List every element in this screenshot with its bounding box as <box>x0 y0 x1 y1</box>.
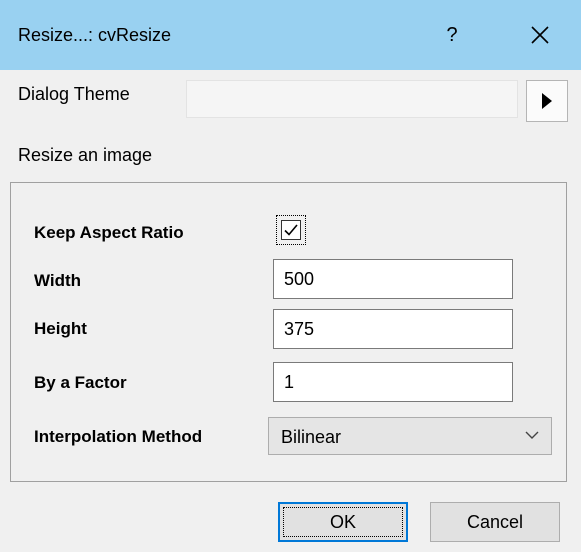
dialog-theme-label: Dialog Theme <box>18 84 130 104</box>
factor-input[interactable] <box>273 362 513 402</box>
width-input[interactable] <box>273 259 513 299</box>
triangle-right-icon <box>542 93 552 109</box>
ok-button[interactable]: OK <box>278 502 408 542</box>
dialog-theme-field[interactable] <box>186 80 518 118</box>
close-button[interactable] <box>516 12 564 58</box>
check-icon <box>284 224 298 236</box>
chevron-down-icon <box>525 431 539 439</box>
close-icon <box>531 26 549 44</box>
factor-label: By a Factor <box>34 373 127 392</box>
window-title: Resize...: cvResize <box>18 25 172 45</box>
interpolation-method-label: Interpolation Method <box>34 427 203 446</box>
cancel-button[interactable]: Cancel <box>430 502 560 542</box>
height-input[interactable] <box>273 309 513 349</box>
title-bar[interactable]: Resize...: cvResize ? <box>0 0 581 70</box>
checkbox-box <box>281 220 301 240</box>
help-button[interactable]: ? <box>430 12 474 58</box>
interpolation-method-value: Bilinear <box>281 427 342 447</box>
keep-aspect-ratio-label: Keep Aspect Ratio <box>34 223 184 242</box>
width-label: Width <box>34 271 82 290</box>
keep-aspect-ratio-checkbox[interactable] <box>276 215 306 245</box>
height-label: Height <box>34 319 87 338</box>
dialog-theme-menu-button[interactable] <box>526 80 568 122</box>
resize-dialog: Resize...: cvResize ? Dialog Theme Resiz… <box>0 0 581 552</box>
interpolation-method-select[interactable]: Bilinear <box>268 417 552 455</box>
description-text: Resize an image <box>18 145 153 165</box>
